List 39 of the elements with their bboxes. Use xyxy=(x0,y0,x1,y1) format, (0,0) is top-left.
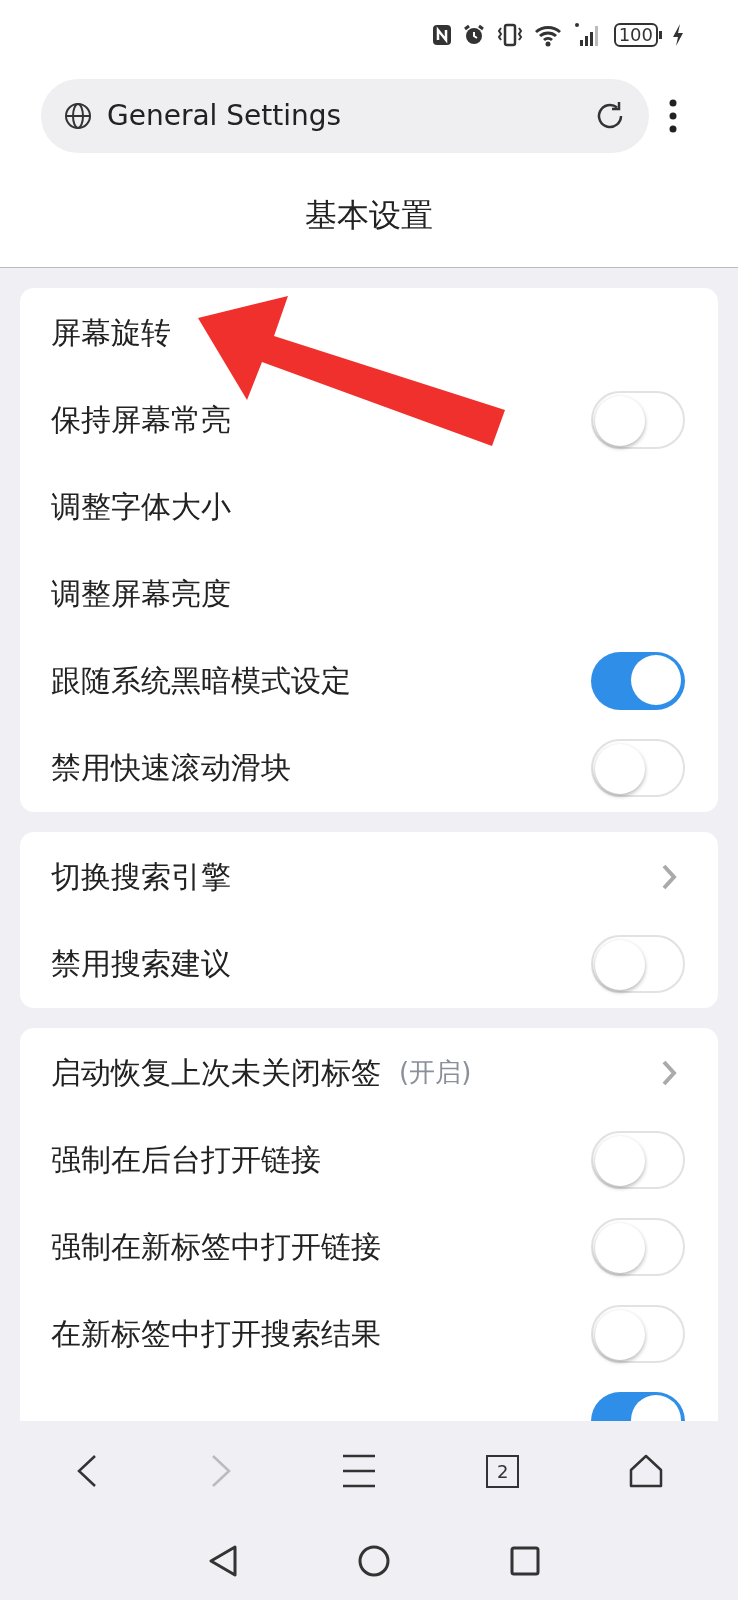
setting-label[interactable]: 禁用搜索建议 xyxy=(51,941,231,986)
tabs-button[interactable]: 2 xyxy=(486,1454,520,1488)
setting-label[interactable]: 保持屏幕常亮 xyxy=(51,397,231,442)
charging-icon xyxy=(672,23,684,47)
setting-label[interactable]: 启动恢复上次未关闭标签 xyxy=(51,1050,381,1095)
home-icon[interactable] xyxy=(629,1454,664,1488)
setting-label[interactable]: 在新标签中打开搜索结果 xyxy=(51,1311,381,1356)
system-home-icon[interactable] xyxy=(358,1544,390,1577)
system-back-icon[interactable] xyxy=(208,1544,238,1577)
setting-value: (开启) xyxy=(399,1056,472,1089)
toggle-switch[interactable] xyxy=(591,651,685,710)
setting-label[interactable]: 强制在新标签中打开链接 xyxy=(51,1224,381,1269)
setting-label[interactable]: 强制在后台打开链接 xyxy=(51,1137,321,1182)
recent-apps-icon[interactable] xyxy=(510,1545,540,1576)
toggle-switch[interactable] xyxy=(591,1217,685,1276)
toggle-switch[interactable] xyxy=(591,1130,685,1189)
globe-icon xyxy=(63,101,93,131)
setting-label[interactable]: 调整屏幕亮度 xyxy=(51,571,231,616)
setting-label[interactable]: 调整字体大小 xyxy=(51,484,231,529)
chevron-right-icon xyxy=(661,1058,677,1087)
chevron-right-icon xyxy=(661,862,677,891)
toggle-switch[interactable] xyxy=(591,738,685,797)
toggle-switch[interactable] xyxy=(591,934,685,993)
nfc-icon xyxy=(431,23,452,47)
setting-label[interactable]: 切换搜索引擎 xyxy=(51,854,231,899)
setting-label[interactable]: 跟随系统黑暗模式设定 xyxy=(51,658,351,703)
vibrate-icon xyxy=(495,23,524,47)
setting-label[interactable]: 屏幕旋转 xyxy=(51,310,171,355)
more-icon[interactable] xyxy=(669,99,677,133)
alarm-icon xyxy=(461,23,486,47)
setting-label[interactable]: 禁用快速滚动滑块 xyxy=(51,745,291,790)
toggle-switch[interactable] xyxy=(591,1304,685,1363)
page-address: General Settings xyxy=(107,98,343,134)
address-bar[interactable]: General Settings xyxy=(41,79,649,153)
page-title: 基本设置 xyxy=(305,194,433,236)
menu-icon[interactable] xyxy=(342,1454,377,1488)
battery-level: 100 xyxy=(613,23,658,47)
toggle-switch[interactable] xyxy=(591,390,685,449)
wifi-icon xyxy=(533,23,564,47)
